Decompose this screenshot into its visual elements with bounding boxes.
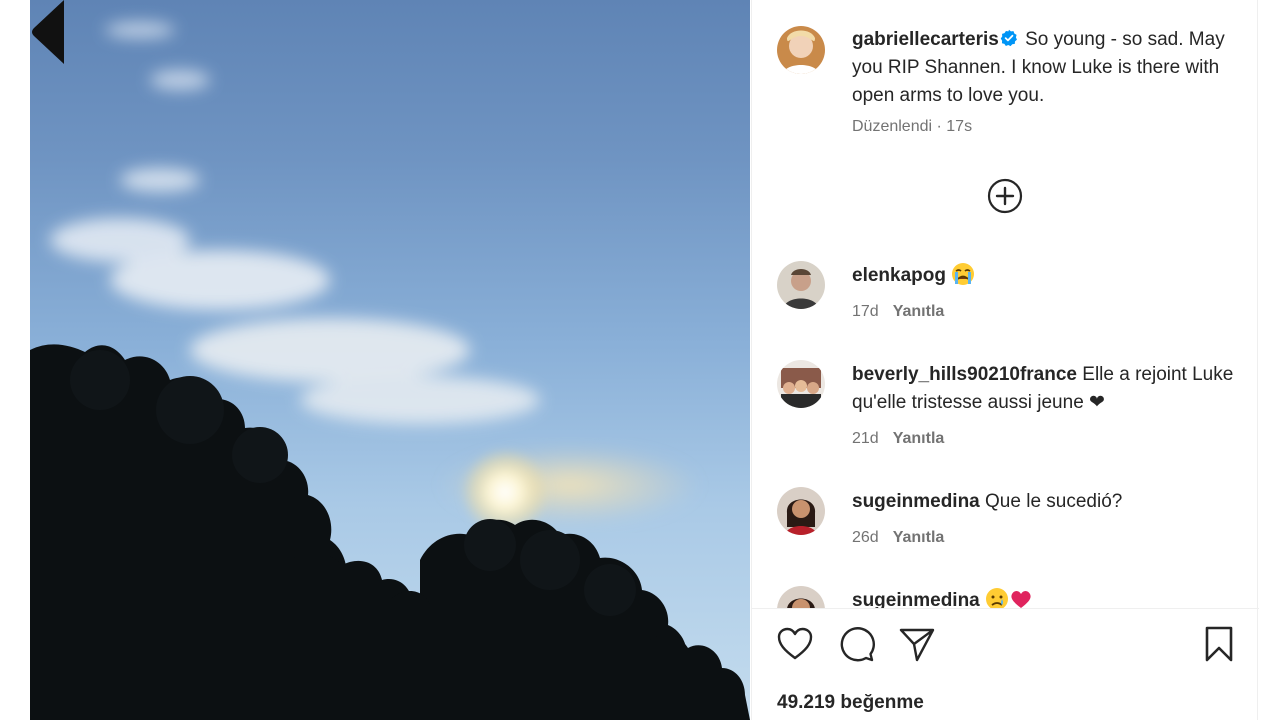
comment-username[interactable]: sugeinmedina bbox=[852, 590, 980, 608]
edited-label: Düzenlendi bbox=[852, 118, 933, 135]
bookmark-icon[interactable] bbox=[1199, 624, 1239, 664]
author-username[interactable]: gabriellecarteris bbox=[852, 29, 999, 50]
photo-scene bbox=[30, 22, 750, 720]
reply-button[interactable]: Yanıtla bbox=[893, 529, 945, 546]
commenter-avatar[interactable] bbox=[777, 261, 825, 309]
caption-meta: Düzenlendi · 17s bbox=[852, 118, 973, 135]
post-caption: gabriellecarteris So young - so sad. May… bbox=[852, 26, 1232, 110]
author-avatar[interactable] bbox=[777, 26, 825, 74]
comment-item: sugeinmedina Que le sucedió? bbox=[852, 488, 1237, 516]
commenter-avatar[interactable] bbox=[777, 487, 825, 535]
comment-bubble-icon[interactable] bbox=[836, 624, 876, 664]
red-heart-icon bbox=[1009, 587, 1033, 608]
verified-badge-icon bbox=[1000, 28, 1018, 47]
comment-time[interactable]: 21d bbox=[852, 430, 879, 447]
plus-circle-icon[interactable] bbox=[987, 178, 1023, 214]
comment-item: beverly_hills90210france Elle a rejoint … bbox=[852, 361, 1237, 417]
commenter-avatar[interactable] bbox=[777, 360, 825, 408]
comment-meta: 17d Yanıtla bbox=[852, 303, 944, 321]
heart-icon[interactable] bbox=[775, 624, 815, 664]
comment-username[interactable]: sugeinmedina bbox=[852, 491, 980, 512]
comment-item: elenkapog bbox=[852, 262, 1237, 290]
comment-username[interactable]: beverly_hills90210france bbox=[852, 364, 1077, 385]
comment-time[interactable]: 26d bbox=[852, 529, 879, 546]
commenter-avatar[interactable] bbox=[777, 586, 825, 608]
post-time[interactable]: 17s bbox=[946, 118, 972, 135]
comment-meta: 26d Yanıtla bbox=[852, 529, 944, 547]
post-photo[interactable] bbox=[30, 0, 750, 720]
comment-clip: sugeinmedina bbox=[752, 580, 1259, 608]
next-photo-arrow-icon[interactable] bbox=[30, 0, 64, 64]
actions-divider bbox=[752, 608, 1259, 609]
reply-button[interactable]: Yanıtla bbox=[893, 430, 945, 447]
comment-username[interactable]: elenkapog bbox=[852, 265, 946, 286]
reply-button[interactable]: Yanıtla bbox=[893, 303, 945, 320]
comment-text: Que le sucedió? bbox=[985, 491, 1123, 512]
crying-face-icon bbox=[951, 262, 975, 286]
comment-item: sugeinmedina bbox=[852, 587, 1237, 608]
comment-meta: 21d Yanıtla bbox=[852, 430, 944, 448]
action-bar bbox=[752, 624, 1259, 672]
comment-time[interactable]: 17d bbox=[852, 303, 879, 320]
likes-count[interactable]: 49.219 beğenme bbox=[777, 692, 924, 714]
post-detail-panel: gabriellecarteris So young - so sad. May… bbox=[751, 0, 1259, 720]
sad-face-icon bbox=[985, 587, 1009, 608]
paper-plane-icon[interactable] bbox=[897, 624, 937, 664]
